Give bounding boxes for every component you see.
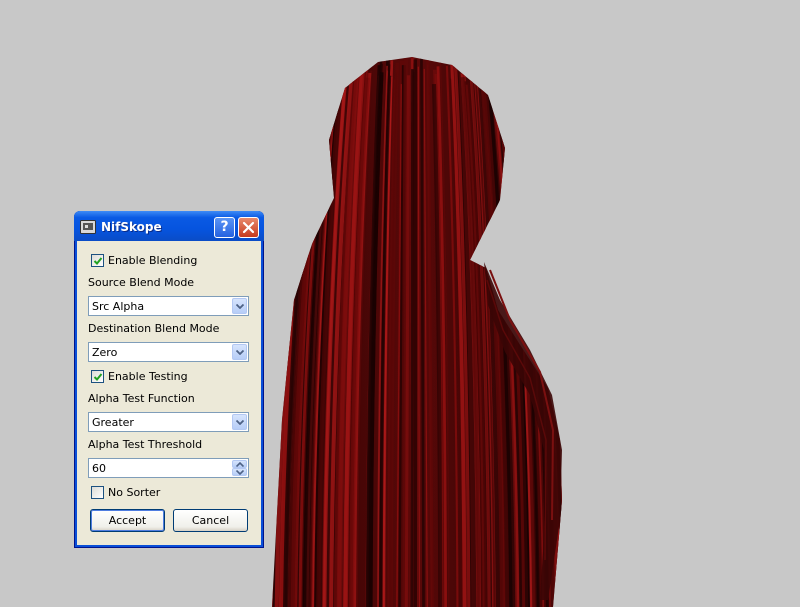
dialog-title: NifSkope	[101, 220, 162, 234]
nifskope-app-icon	[80, 219, 96, 234]
alpha-threshold-label: Alpha Test Threshold	[88, 438, 203, 451]
alpha-func-label: Alpha Test Function	[88, 392, 195, 405]
checkmark-icon	[93, 257, 103, 265]
source-blend-value: Src Alpha	[92, 300, 145, 313]
no-sorter-label[interactable]: No Sorter	[108, 486, 160, 499]
hair-model	[272, 57, 562, 607]
hair-strand	[410, 69, 414, 607]
enable-testing-checkbox[interactable]	[91, 370, 104, 383]
cancel-button[interactable]: Cancel	[173, 509, 248, 532]
close-button[interactable]	[238, 217, 259, 238]
spin-up-icon	[236, 462, 244, 467]
close-icon	[242, 221, 255, 234]
help-button[interactable]: ?	[214, 217, 235, 238]
enable-blending-checkbox[interactable]	[91, 254, 104, 267]
alpha-threshold-spinbox[interactable]: 60	[88, 458, 249, 478]
source-blend-label: Source Blend Mode	[88, 276, 195, 289]
chevron-down-icon	[236, 350, 244, 355]
no-sorter-checkbox[interactable]	[91, 486, 104, 499]
checkmark-icon	[93, 373, 103, 381]
dest-blend-value: Zero	[92, 346, 118, 359]
dest-blend-select[interactable]: Zero	[88, 342, 249, 362]
spin-up-button[interactable]	[232, 460, 247, 468]
alpha-func-dropdown-button[interactable]	[232, 414, 247, 430]
chevron-down-icon	[236, 420, 244, 425]
source-blend-dropdown-button[interactable]	[232, 298, 247, 314]
chevron-down-icon	[236, 304, 244, 309]
dest-blend-label: Destination Blend Mode	[88, 322, 220, 335]
alpha-threshold-value: 60	[92, 462, 106, 475]
hair-strand	[404, 75, 410, 607]
spin-down-icon	[236, 470, 244, 475]
spin-down-button[interactable]	[232, 468, 247, 476]
alpha-func-value: Greater	[92, 416, 134, 429]
hair-strands	[272, 57, 562, 607]
nifskope-dialog: NifSkope ? Enable Blending Source Blend …	[74, 211, 264, 548]
dest-blend-dropdown-button[interactable]	[232, 344, 247, 360]
enable-testing-label[interactable]: Enable Testing	[108, 370, 188, 383]
dialog-client-area: Enable Blending Source Blend Mode Src Al…	[77, 241, 261, 545]
alpha-func-select[interactable]: Greater	[88, 412, 249, 432]
help-icon: ?	[220, 219, 229, 235]
source-blend-select[interactable]: Src Alpha	[88, 296, 249, 316]
title-bar[interactable]: NifSkope ?	[74, 211, 264, 241]
enable-blending-label[interactable]: Enable Blending	[108, 254, 197, 267]
accept-button[interactable]: Accept	[90, 509, 165, 532]
